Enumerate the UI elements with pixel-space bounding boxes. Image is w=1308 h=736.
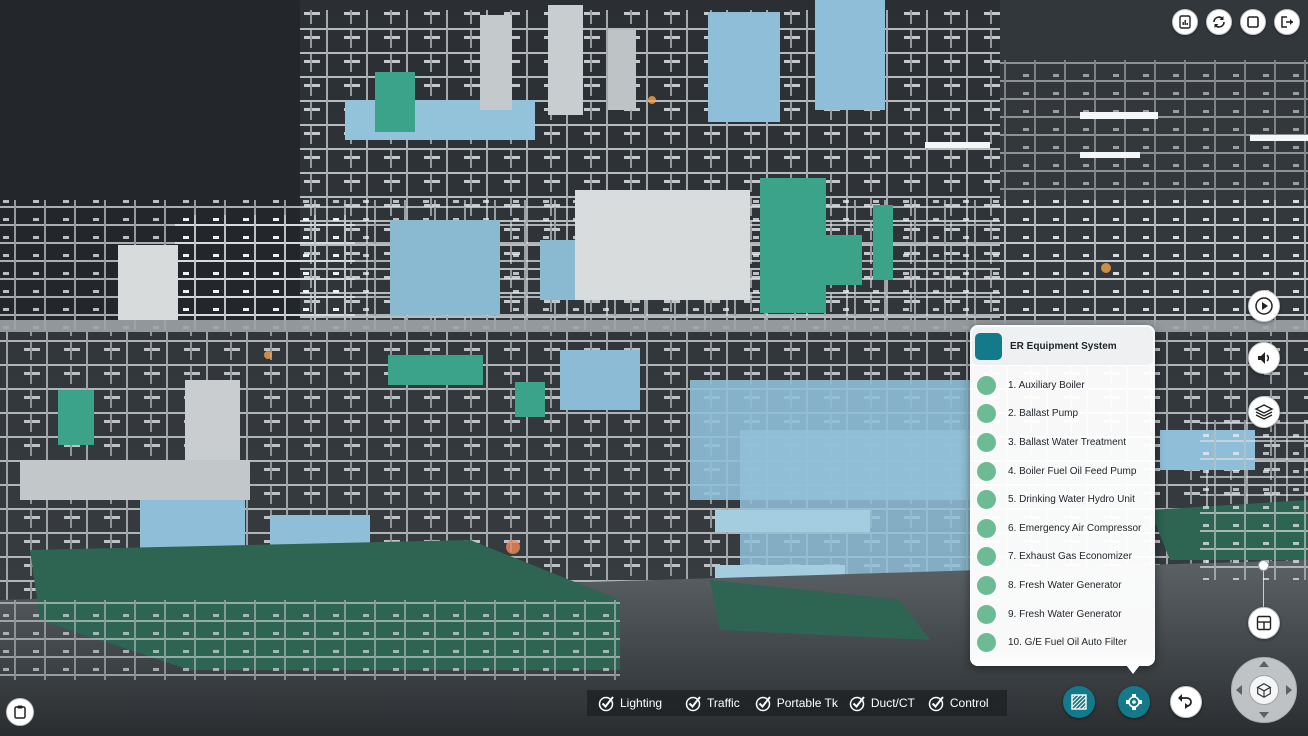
fullscreen-button[interactable] bbox=[1240, 9, 1266, 35]
volume-icon bbox=[1258, 352, 1270, 364]
equipment-panel: ER Equipment System 1. Auxiliary Boiler 2… bbox=[970, 325, 1155, 666]
panel-pointer bbox=[1126, 665, 1140, 674]
fullscreen-icon bbox=[1247, 16, 1259, 28]
return-arrow-icon bbox=[1178, 694, 1192, 709]
equipment-view-button[interactable] bbox=[1118, 686, 1150, 718]
exit-icon bbox=[1281, 16, 1293, 28]
nav-left-arrow[interactable] bbox=[1236, 685, 1242, 695]
toggle-portable-tk[interactable]: Portable Tk bbox=[754, 694, 838, 712]
checkmark-icon[interactable] bbox=[754, 694, 772, 712]
toggle-label: Traffic bbox=[707, 696, 740, 710]
toggle-traffic[interactable]: Traffic bbox=[684, 694, 740, 712]
equipment-panel-title: ER Equipment System bbox=[1010, 340, 1117, 352]
refresh-button[interactable] bbox=[1206, 9, 1232, 35]
volume-button[interactable] bbox=[1248, 342, 1280, 374]
equipment-status-dot bbox=[977, 518, 996, 538]
equipment-item[interactable]: 2. Ballast Pump bbox=[970, 400, 1155, 429]
equipment-item[interactable]: 9. Fresh Water Generator bbox=[970, 600, 1155, 629]
nav-down-arrow[interactable] bbox=[1259, 712, 1269, 718]
equipment-item-label: 9. Fresh Water Generator bbox=[1008, 608, 1122, 620]
list-fade bbox=[970, 652, 1155, 666]
equipment-item-label: 5. Drinking Water Hydro Unit bbox=[1008, 494, 1135, 506]
report-icon bbox=[1179, 15, 1191, 29]
checkmark-icon[interactable] bbox=[848, 694, 866, 712]
pattern-view-button[interactable] bbox=[1063, 686, 1095, 718]
zoom-slider-track[interactable] bbox=[1263, 571, 1264, 607]
equipment-item[interactable]: 1. Auxiliary Boiler bbox=[970, 371, 1155, 400]
reset-view-button[interactable] bbox=[1249, 675, 1279, 705]
return-view-button[interactable] bbox=[1170, 686, 1202, 718]
report-button[interactable] bbox=[1172, 9, 1198, 35]
equipment-item-label: 3. Ballast Water Treatment bbox=[1008, 436, 1127, 448]
equipment-status-dot bbox=[977, 461, 996, 481]
checkmark-icon[interactable] bbox=[927, 694, 945, 712]
checkmark-icon[interactable] bbox=[597, 694, 615, 712]
equipment-item[interactable]: 7. Exhaust Gas Economizer bbox=[970, 543, 1155, 572]
pump-icon bbox=[1126, 694, 1142, 710]
layers-icon bbox=[1254, 404, 1274, 420]
equipment-list: 1. Auxiliary Boiler 2. Ballast Pump 3. Bal… bbox=[970, 367, 1155, 657]
toggle-label: Lighting bbox=[620, 696, 663, 710]
equipment-item[interactable]: 3. Ballast Water Treatment bbox=[970, 428, 1155, 457]
exit-button[interactable] bbox=[1274, 9, 1300, 35]
equipment-status-dot bbox=[977, 490, 996, 510]
nav-right-arrow[interactable] bbox=[1286, 685, 1292, 695]
equipment-item-label: 8. Fresh Water Generator bbox=[1008, 579, 1122, 591]
layout-grid-button[interactable] bbox=[1248, 607, 1280, 639]
clipboard-icon bbox=[14, 705, 26, 719]
equipment-item[interactable]: 5. Drinking Water Hydro Unit bbox=[970, 485, 1155, 514]
equipment-item[interactable]: 6. Emergency Air Compressor bbox=[970, 514, 1155, 543]
equipment-item-label: 7. Exhaust Gas Economizer bbox=[1008, 551, 1132, 563]
layer-toggle-bar: Lighting Traffic Portable Tk Duct/CT Control bbox=[587, 690, 1007, 716]
zoom-slider-handle[interactable] bbox=[1258, 560, 1269, 571]
equipment-status-dot bbox=[977, 375, 996, 395]
toggle-lighting[interactable]: Lighting bbox=[597, 694, 662, 712]
toggle-control[interactable]: Control bbox=[927, 694, 989, 712]
layers-button[interactable] bbox=[1248, 396, 1280, 428]
hatch-pattern-icon bbox=[1071, 694, 1087, 710]
equipment-status-dot bbox=[977, 575, 996, 595]
toggle-duct-ct[interactable]: Duct/CT bbox=[848, 694, 915, 712]
refresh-icon bbox=[1213, 16, 1225, 28]
equipment-status-dot bbox=[977, 633, 996, 653]
equipment-item-label: 6. Emergency Air Compressor bbox=[1008, 522, 1142, 534]
toggle-label: Control bbox=[949, 696, 989, 710]
checkmark-icon[interactable] bbox=[684, 694, 702, 712]
equipment-item[interactable]: 8. Fresh Water Generator bbox=[970, 571, 1155, 600]
equipment-status-dot bbox=[977, 547, 996, 567]
equipment-item[interactable]: 4. Boiler Fuel Oil Feed Pump bbox=[970, 457, 1155, 486]
equipment-status-dot bbox=[977, 604, 996, 624]
clipboard-button[interactable] bbox=[6, 698, 34, 726]
cube-icon bbox=[1256, 683, 1272, 698]
toggle-label: Duct/CT bbox=[870, 696, 915, 710]
equipment-status-dot bbox=[977, 404, 996, 424]
play-icon bbox=[1255, 297, 1273, 315]
layout-grid-icon bbox=[1256, 615, 1272, 631]
equipment-item-label: 1. Auxiliary Boiler bbox=[1008, 379, 1085, 391]
equipment-status-dot bbox=[977, 432, 996, 452]
equipment-item-label: 10. G/E Fuel Oil Auto Filter bbox=[1008, 637, 1127, 649]
equipment-item-label: 2. Ballast Pump bbox=[1008, 408, 1079, 420]
equipment-item-label: 4. Boiler Fuel Oil Feed Pump bbox=[1008, 465, 1137, 477]
equipment-system-icon bbox=[975, 332, 1002, 360]
nav-up-arrow[interactable] bbox=[1259, 661, 1269, 667]
toggle-label: Portable Tk bbox=[776, 696, 838, 710]
equipment-panel-header: ER Equipment System bbox=[972, 327, 1153, 365]
top-toolbar bbox=[1172, 9, 1300, 35]
play-button[interactable] bbox=[1248, 290, 1280, 322]
